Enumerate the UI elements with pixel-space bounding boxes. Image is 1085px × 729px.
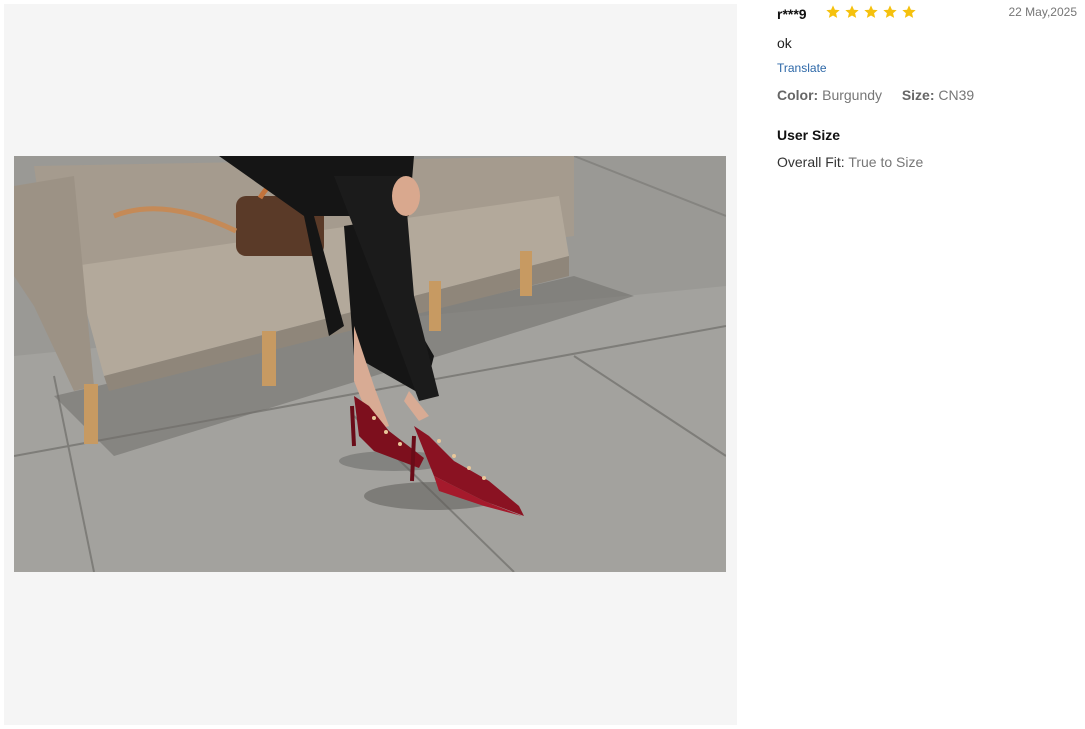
review-detail-page: r***9 22 May,2025 ok Translate Color: Bu… [0, 0, 1085, 729]
review-image-viewer [4, 4, 737, 725]
user-size-heading: User Size [777, 127, 841, 143]
review-photo-graphic [14, 156, 726, 572]
overall-fit-value: True to Size [848, 154, 924, 170]
size-value: CN39 [938, 87, 975, 103]
star-icon [902, 5, 916, 18]
review-photo[interactable] [14, 156, 726, 572]
color-value: Burgundy [822, 87, 883, 103]
overall-fit: Overall Fit: True to Size [777, 154, 1077, 170]
star-icon [826, 5, 840, 18]
color-label: Color: [777, 87, 819, 103]
review-text: ok [777, 35, 792, 51]
star-icon [883, 5, 897, 18]
overall-fit-label: Overall Fit: [777, 154, 845, 170]
star-icon [845, 5, 859, 18]
review-header: r***9 22 May,2025 [777, 0, 1077, 26]
review-date: 22 May,2025 [1008, 5, 1078, 19]
translate-link[interactable]: Translate [777, 61, 827, 75]
star-icon [864, 5, 878, 18]
star-rating [825, 4, 917, 20]
purchase-attributes: Color: Burgundy Size: CN39 [777, 87, 1077, 103]
size-label: Size: [901, 87, 935, 103]
review-panel: r***9 22 May,2025 ok Translate Color: Bu… [777, 0, 1077, 170]
reviewer-name: r***9 [777, 6, 807, 22]
